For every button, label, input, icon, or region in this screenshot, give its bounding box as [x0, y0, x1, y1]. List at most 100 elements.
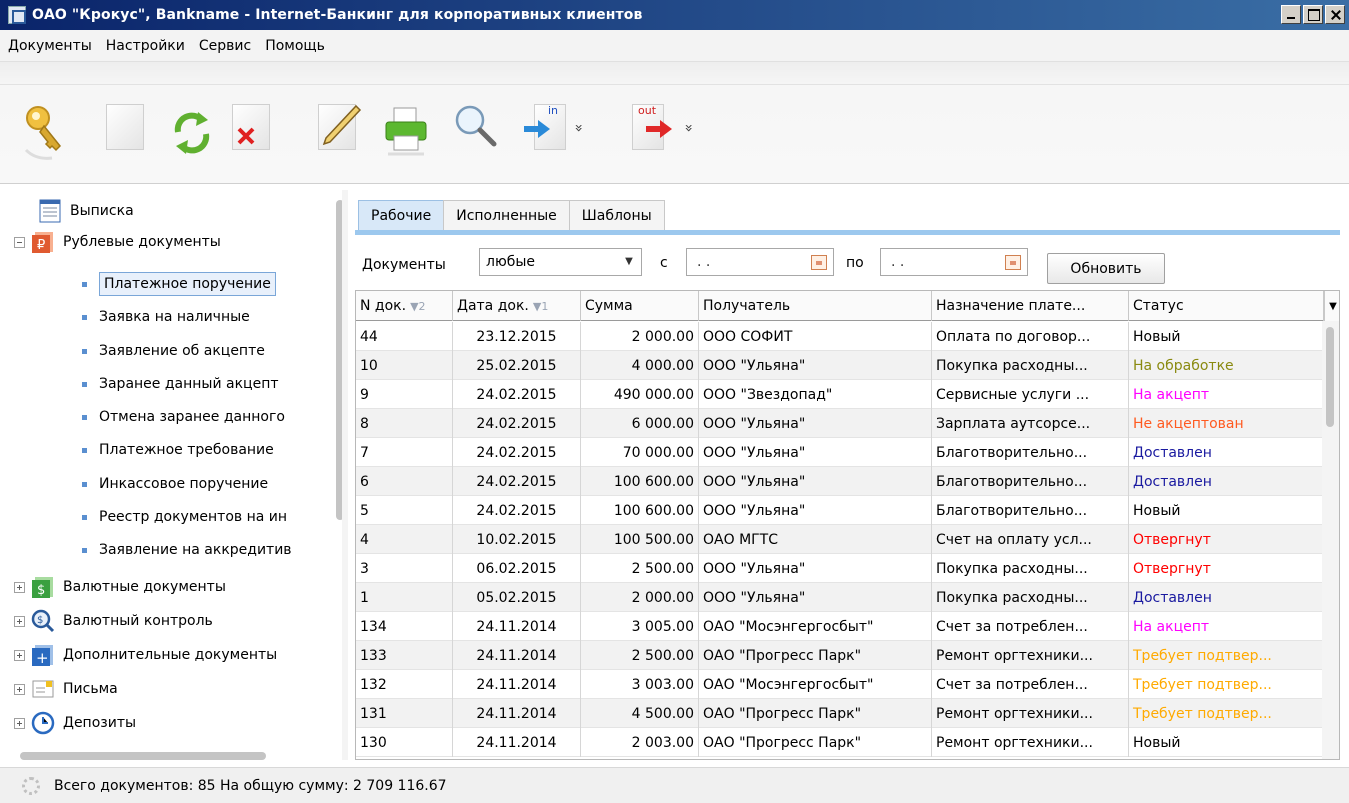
sort-indicator-icon: ▼1 — [532, 299, 549, 313]
table-row[interactable]: 5 24.02.2015 100 600.00 ООО "Ульяна" Благотв… — [356, 496, 1324, 525]
cell-amount: 6 000.00 — [581, 409, 699, 438]
tab-working[interactable]: Рабочие — [358, 200, 445, 230]
cell-amount: 2 003.00 — [581, 728, 699, 757]
menu-service[interactable]: Сервис — [199, 38, 251, 54]
col-header-date[interactable]: Дата док. ▼1 — [453, 291, 581, 321]
export-more-icon[interactable]: » — [680, 124, 696, 133]
expand-icon[interactable] — [14, 581, 25, 593]
table-row[interactable]: 8 24.02.2015 6 000.00 ООО "Ульяна" Зарплата … — [356, 409, 1324, 438]
table-row[interactable]: 7 24.02.2015 70 000.00 ООО "Ульяна" Благотво… — [356, 438, 1324, 467]
statement-icon — [38, 199, 62, 223]
tree-item-currency-docs[interactable]: $ Валютные документы — [14, 572, 226, 602]
tab-templates[interactable]: Шаблоны — [568, 200, 665, 230]
tree-label-additional-docs: Дополнительные документы — [63, 647, 278, 663]
tab-executed[interactable]: Исполненные — [443, 200, 570, 230]
cell-recipient: ОАО "Мосэнгергосбыт" — [699, 612, 932, 641]
scrollbar-thumb[interactable] — [1326, 327, 1334, 427]
expand-icon[interactable] — [14, 717, 25, 729]
import-more-icon[interactable]: » — [570, 124, 586, 133]
tree-item-letters[interactable]: Письма — [14, 674, 118, 704]
refresh-button[interactable] — [168, 102, 218, 162]
collapse-icon[interactable] — [14, 236, 25, 248]
tree-item-ruble-docs[interactable]: ₽ Рублевые документы — [14, 227, 221, 257]
col-header-recipient[interactable]: Получатель — [699, 291, 932, 321]
col-header-purpose[interactable]: Назначение плате... — [932, 291, 1129, 321]
print-button[interactable] — [382, 102, 432, 162]
tree-label-deposits: Депозиты — [63, 715, 137, 731]
refresh-list-button[interactable]: Обновить — [1047, 253, 1165, 284]
table-row[interactable]: 133 24.11.2014 2 500.00 ОАО "Прогресс Парк"… — [356, 641, 1324, 670]
table-row[interactable]: 10 25.02.2015 4 000.00 ООО "Ульяна" Покупка … — [356, 351, 1324, 380]
import-icon — [524, 120, 550, 138]
tree-item-deposits[interactable]: Депозиты — [14, 708, 136, 738]
cell-purpose: Ремонт оргтехники... — [932, 728, 1129, 757]
col-header-status[interactable]: Статус — [1129, 291, 1324, 321]
table-row[interactable]: 44 23.12.2015 2 000.00 ООО СОФИТ Оплата по д… — [356, 322, 1324, 351]
export-button[interactable]: out » — [626, 102, 706, 162]
delete-button[interactable] — [226, 102, 276, 162]
cell-status: Новый — [1129, 728, 1324, 757]
tree-horizontal-scrollbar[interactable] — [20, 752, 266, 760]
cell-recipient: ООО "Ульяна" — [699, 351, 932, 380]
documents-table: N док. ▼2 Дата док. ▼1 Сумма Получатель … — [355, 290, 1340, 760]
panel-splitter[interactable] — [342, 190, 348, 760]
date-to-input[interactable]: . . — [880, 248, 1028, 276]
table-row[interactable]: 9 24.02.2015 490 000.00 ООО "Звездопад" Серв… — [356, 380, 1324, 409]
documents-type-select[interactable]: любые ▼ — [479, 248, 642, 276]
table-row[interactable]: 132 24.11.2014 3 003.00 ОАО "Мосэнгергосбыт… — [356, 670, 1324, 699]
import-button[interactable]: in » — [512, 102, 592, 162]
cell-recipient: ООО "Ульяна" — [699, 438, 932, 467]
cell-status: Требует подтвер... — [1129, 699, 1324, 728]
maximize-button[interactable] — [1303, 5, 1323, 24]
cell-date: 05.02.2015 — [453, 583, 581, 612]
menu-help[interactable]: Помощь — [265, 38, 325, 54]
table-row[interactable]: 134 24.11.2014 3 005.00 ОАО "Мосэнгергосбыт… — [356, 612, 1324, 641]
tree-item-statement[interactable]: Выписка — [38, 196, 134, 226]
cell-amount: 490 000.00 — [581, 380, 699, 409]
column-menu-icon[interactable]: ▼ — [1324, 291, 1339, 321]
tree-item-preaccept-cancel[interactable]: Отмена заранее данного — [80, 402, 285, 432]
table-row[interactable]: 6 24.02.2015 100 600.00 ООО "Ульяна" Благотв… — [356, 467, 1324, 496]
tree-item-payment-order[interactable]: Платежное поручение — [80, 269, 276, 299]
cell-number: 44 — [356, 322, 453, 351]
cell-date: 24.02.2015 — [453, 409, 581, 438]
cell-status: На обработке — [1129, 351, 1324, 380]
close-button[interactable] — [1325, 5, 1345, 24]
calendar-icon[interactable] — [1005, 255, 1021, 270]
tree-label-ruble-docs: Рублевые документы — [63, 234, 221, 250]
tree-item-additional-docs[interactable]: + Дополнительные документы — [14, 640, 277, 670]
expand-icon[interactable] — [14, 615, 25, 627]
table-vertical-scrollbar[interactable] — [1322, 321, 1339, 759]
key-button[interactable] — [22, 102, 72, 162]
tree-item-collection-order[interactable]: Инкассовое поручение — [80, 469, 268, 499]
calendar-icon[interactable] — [811, 255, 827, 270]
search-button[interactable] — [450, 102, 500, 162]
tree-item-cash-request[interactable]: Заявка на наличные — [80, 302, 250, 332]
expand-icon[interactable] — [14, 649, 25, 661]
tree-item-document-register[interactable]: Реестр документов на ин — [80, 502, 287, 532]
cell-number: 4 — [356, 525, 453, 554]
tree-item-preaccept[interactable]: Заранее данный акцепт — [80, 369, 279, 399]
menu-documents[interactable]: Документы — [8, 38, 92, 54]
tree-item-payment-request[interactable]: Платежное требование — [80, 435, 274, 465]
table-row[interactable]: 130 24.11.2014 2 003.00 ОАО "Прогресс Парк"… — [356, 728, 1324, 757]
date-from-input[interactable]: . . — [686, 248, 834, 276]
tree-item-currency-control[interactable]: $ Валютный контроль — [14, 606, 213, 636]
table-row[interactable]: 131 24.11.2014 4 500.00 ОАО "Прогресс Парк"… — [356, 699, 1324, 728]
menu-settings[interactable]: Настройки — [106, 38, 185, 54]
col-header-amount[interactable]: Сумма — [581, 291, 699, 321]
tree-item-acceptance-statement[interactable]: Заявление об акцепте — [80, 336, 265, 366]
cell-purpose: Ремонт оргтехники... — [932, 641, 1129, 670]
col-header-number[interactable]: N док. ▼2 — [356, 291, 453, 321]
edit-button[interactable] — [312, 102, 362, 162]
new-document-button[interactable] — [100, 102, 150, 162]
minimize-button[interactable] — [1281, 5, 1301, 24]
table-row[interactable]: 3 06.02.2015 2 500.00 ООО "Ульяна" Покупка р… — [356, 554, 1324, 583]
print-icon — [385, 107, 427, 156]
table-row[interactable]: 1 05.02.2015 2 000.00 ООО "Ульяна" Покупка р… — [356, 583, 1324, 612]
title-bar: ОАО "Крокус", Bankname - Internet-Банкин… — [0, 0, 1349, 30]
tree-item-letter-of-credit[interactable]: Заявление на аккредитив — [80, 535, 292, 565]
dropdown-arrow-icon[interactable]: ▼ — [621, 255, 637, 269]
expand-icon[interactable] — [14, 683, 25, 695]
table-row[interactable]: 4 10.02.2015 100 500.00 ОАО МГТС Счет на опл… — [356, 525, 1324, 554]
